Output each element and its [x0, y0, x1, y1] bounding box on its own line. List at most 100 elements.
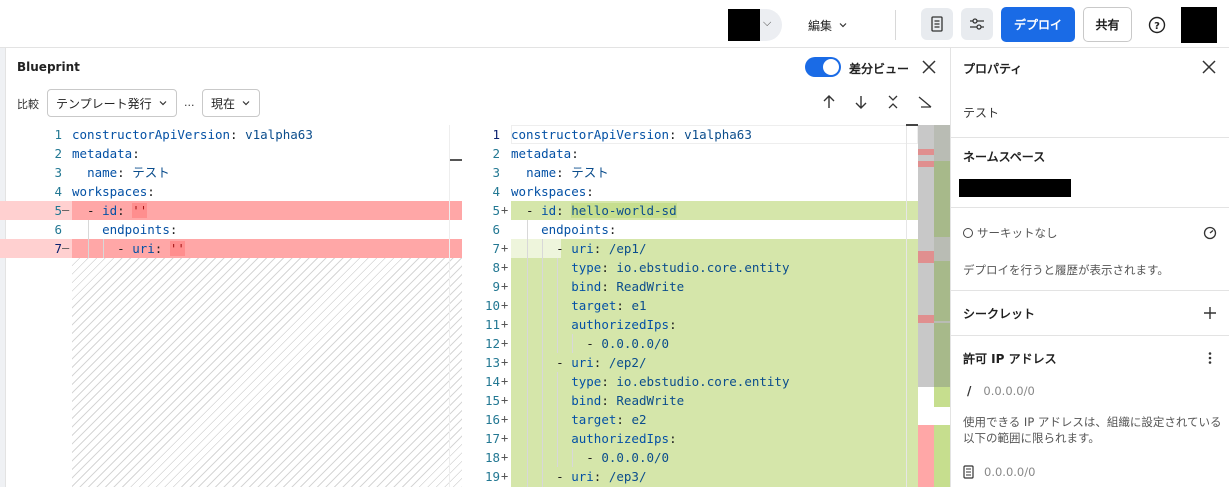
yaml-key: constructorApiVersion: [72, 127, 231, 142]
user-avatar[interactable]: [1181, 7, 1217, 43]
next-change-icon[interactable]: [853, 94, 869, 110]
yaml-key: target: [571, 412, 617, 427]
line-number: 1: [54, 127, 62, 142]
indent-guide: [557, 258, 558, 353]
add-secret-icon[interactable]: [1203, 306, 1217, 320]
yaml-value: v1alpha63: [684, 127, 752, 142]
diff-marker: +: [501, 431, 509, 445]
help-button[interactable]: ?: [1145, 13, 1169, 37]
ip-input-row[interactable]: / 0.0.0.0/0: [963, 384, 1035, 398]
line-number: 9: [492, 279, 500, 294]
settings-button[interactable]: [961, 8, 993, 40]
chevron-down-icon: [839, 23, 847, 28]
diff-marker: +: [501, 412, 509, 426]
allowed-ip-label: 許可 IP アドレス: [963, 352, 1057, 366]
scroll-position-mark: [450, 159, 462, 161]
indent-guide: [572, 448, 573, 467]
yaml-value: /ep1/: [608, 241, 647, 256]
scroll-position-mark: [906, 124, 918, 126]
yaml-key: workspaces: [511, 184, 587, 199]
code-line: metadata:: [72, 146, 140, 161]
share-button[interactable]: 共有: [1083, 7, 1132, 42]
namespace-value: [959, 179, 1071, 197]
line-number: 17: [484, 431, 500, 446]
yaml-value: io.ebstudio.core.entity: [616, 374, 790, 389]
diff-marker: +: [501, 279, 509, 293]
code-line: target: e1: [571, 298, 647, 313]
ip-range-row: 0.0.0.0/0: [963, 465, 1035, 479]
yaml-value: テスト: [571, 165, 609, 180]
yaml-value: テスト: [132, 165, 170, 180]
code-line: metadata:: [511, 146, 579, 161]
chevron-down-icon: ⌵: [763, 16, 772, 29]
document-button[interactable]: [921, 8, 953, 40]
code-line: workspaces:: [511, 184, 594, 199]
indent-guide: [103, 239, 104, 258]
gauge-icon[interactable]: [1203, 226, 1217, 240]
code-line: constructorApiVersion: v1alpha63: [72, 127, 313, 142]
yaml-key: type: [571, 260, 602, 275]
top-bar: ⌵ 編集 デプロイ 共有 ?: [0, 0, 1229, 48]
yaml-key: uri: [571, 469, 594, 484]
yaml-value: /ep3/: [608, 469, 647, 484]
diff-overview-ruler[interactable]: [918, 125, 950, 487]
svg-text:?: ?: [1154, 21, 1160, 32]
chevron-down-icon: [159, 101, 167, 106]
yaml-key: name: [526, 165, 557, 180]
divider: [951, 290, 1229, 291]
left-version-select[interactable]: テンプレート発行: [47, 89, 177, 117]
workspace-switcher[interactable]: ⌵: [728, 9, 782, 41]
blueprint-name: テスト: [963, 106, 1000, 120]
toggle-whitespace-icon[interactable]: [917, 94, 933, 110]
ip-input-placeholder: 0.0.0.0/0: [983, 384, 1035, 398]
yaml-value: io.ebstudio.core.entity: [616, 260, 790, 275]
collapse-unchanged-icon[interactable]: [885, 94, 901, 110]
diff-marker: —: [62, 203, 70, 217]
line-number: 5: [492, 203, 500, 218]
more-vertical-icon[interactable]: [1207, 351, 1213, 365]
line-number: 1: [492, 127, 500, 142]
yaml-key: uri: [132, 241, 155, 256]
yaml-key: metadata: [72, 146, 133, 161]
yaml-value: 0.0.0.0/0: [601, 336, 670, 351]
deploy-button[interactable]: デプロイ: [1001, 7, 1075, 42]
line-number: 5: [54, 203, 62, 218]
indent-guide: [542, 239, 543, 487]
code-line: - id: '': [72, 203, 148, 218]
edit-menu[interactable]: 編集: [808, 13, 848, 37]
code-line: bind: ReadWrite: [571, 393, 685, 408]
yaml-key: bind: [571, 393, 602, 408]
previous-change-icon[interactable]: [821, 94, 837, 110]
code-line: - uri: /ep3/: [556, 469, 647, 484]
right-version-value: 現在: [211, 96, 236, 111]
code-line: - 0.0.0.0/0: [586, 336, 670, 351]
yaml-key: constructorApiVersion: [511, 127, 670, 142]
editor-ruler: [906, 125, 907, 487]
yaml-value: ReadWrite: [616, 279, 685, 294]
line-number: 15: [484, 393, 500, 408]
diff-marker: +: [501, 355, 509, 369]
edit-menu-label: 編集: [808, 18, 833, 33]
right-version-select[interactable]: 現在: [202, 89, 261, 117]
yaml-key: target: [571, 298, 617, 313]
original-editor-scrollbar[interactable]: [449, 125, 462, 487]
yaml-key: uri: [571, 355, 594, 370]
left-edge-strip: [0, 48, 6, 487]
toolbar-divider: [895, 10, 896, 40]
diff-view-toggle[interactable]: [805, 57, 841, 77]
blueprint-title: Blueprint: [17, 60, 80, 74]
line-number: 7: [54, 241, 62, 256]
close-icon[interactable]: [1201, 59, 1217, 75]
line-number: 4: [492, 184, 500, 199]
server-icon: [963, 465, 974, 479]
line-number: 10: [484, 298, 500, 313]
yaml-key: endpoints: [541, 222, 609, 237]
line-number: 2: [492, 146, 500, 161]
yaml-key: authorizedIps: [571, 431, 670, 446]
diff-marker: —: [62, 241, 70, 255]
yaml-key: authorizedIps: [571, 317, 670, 332]
close-icon[interactable]: [920, 58, 938, 76]
code-line: constructorApiVersion: v1alpha63: [511, 127, 752, 142]
yaml-key: workspaces: [72, 184, 148, 199]
code-line: - uri: /ep2/: [556, 355, 647, 370]
